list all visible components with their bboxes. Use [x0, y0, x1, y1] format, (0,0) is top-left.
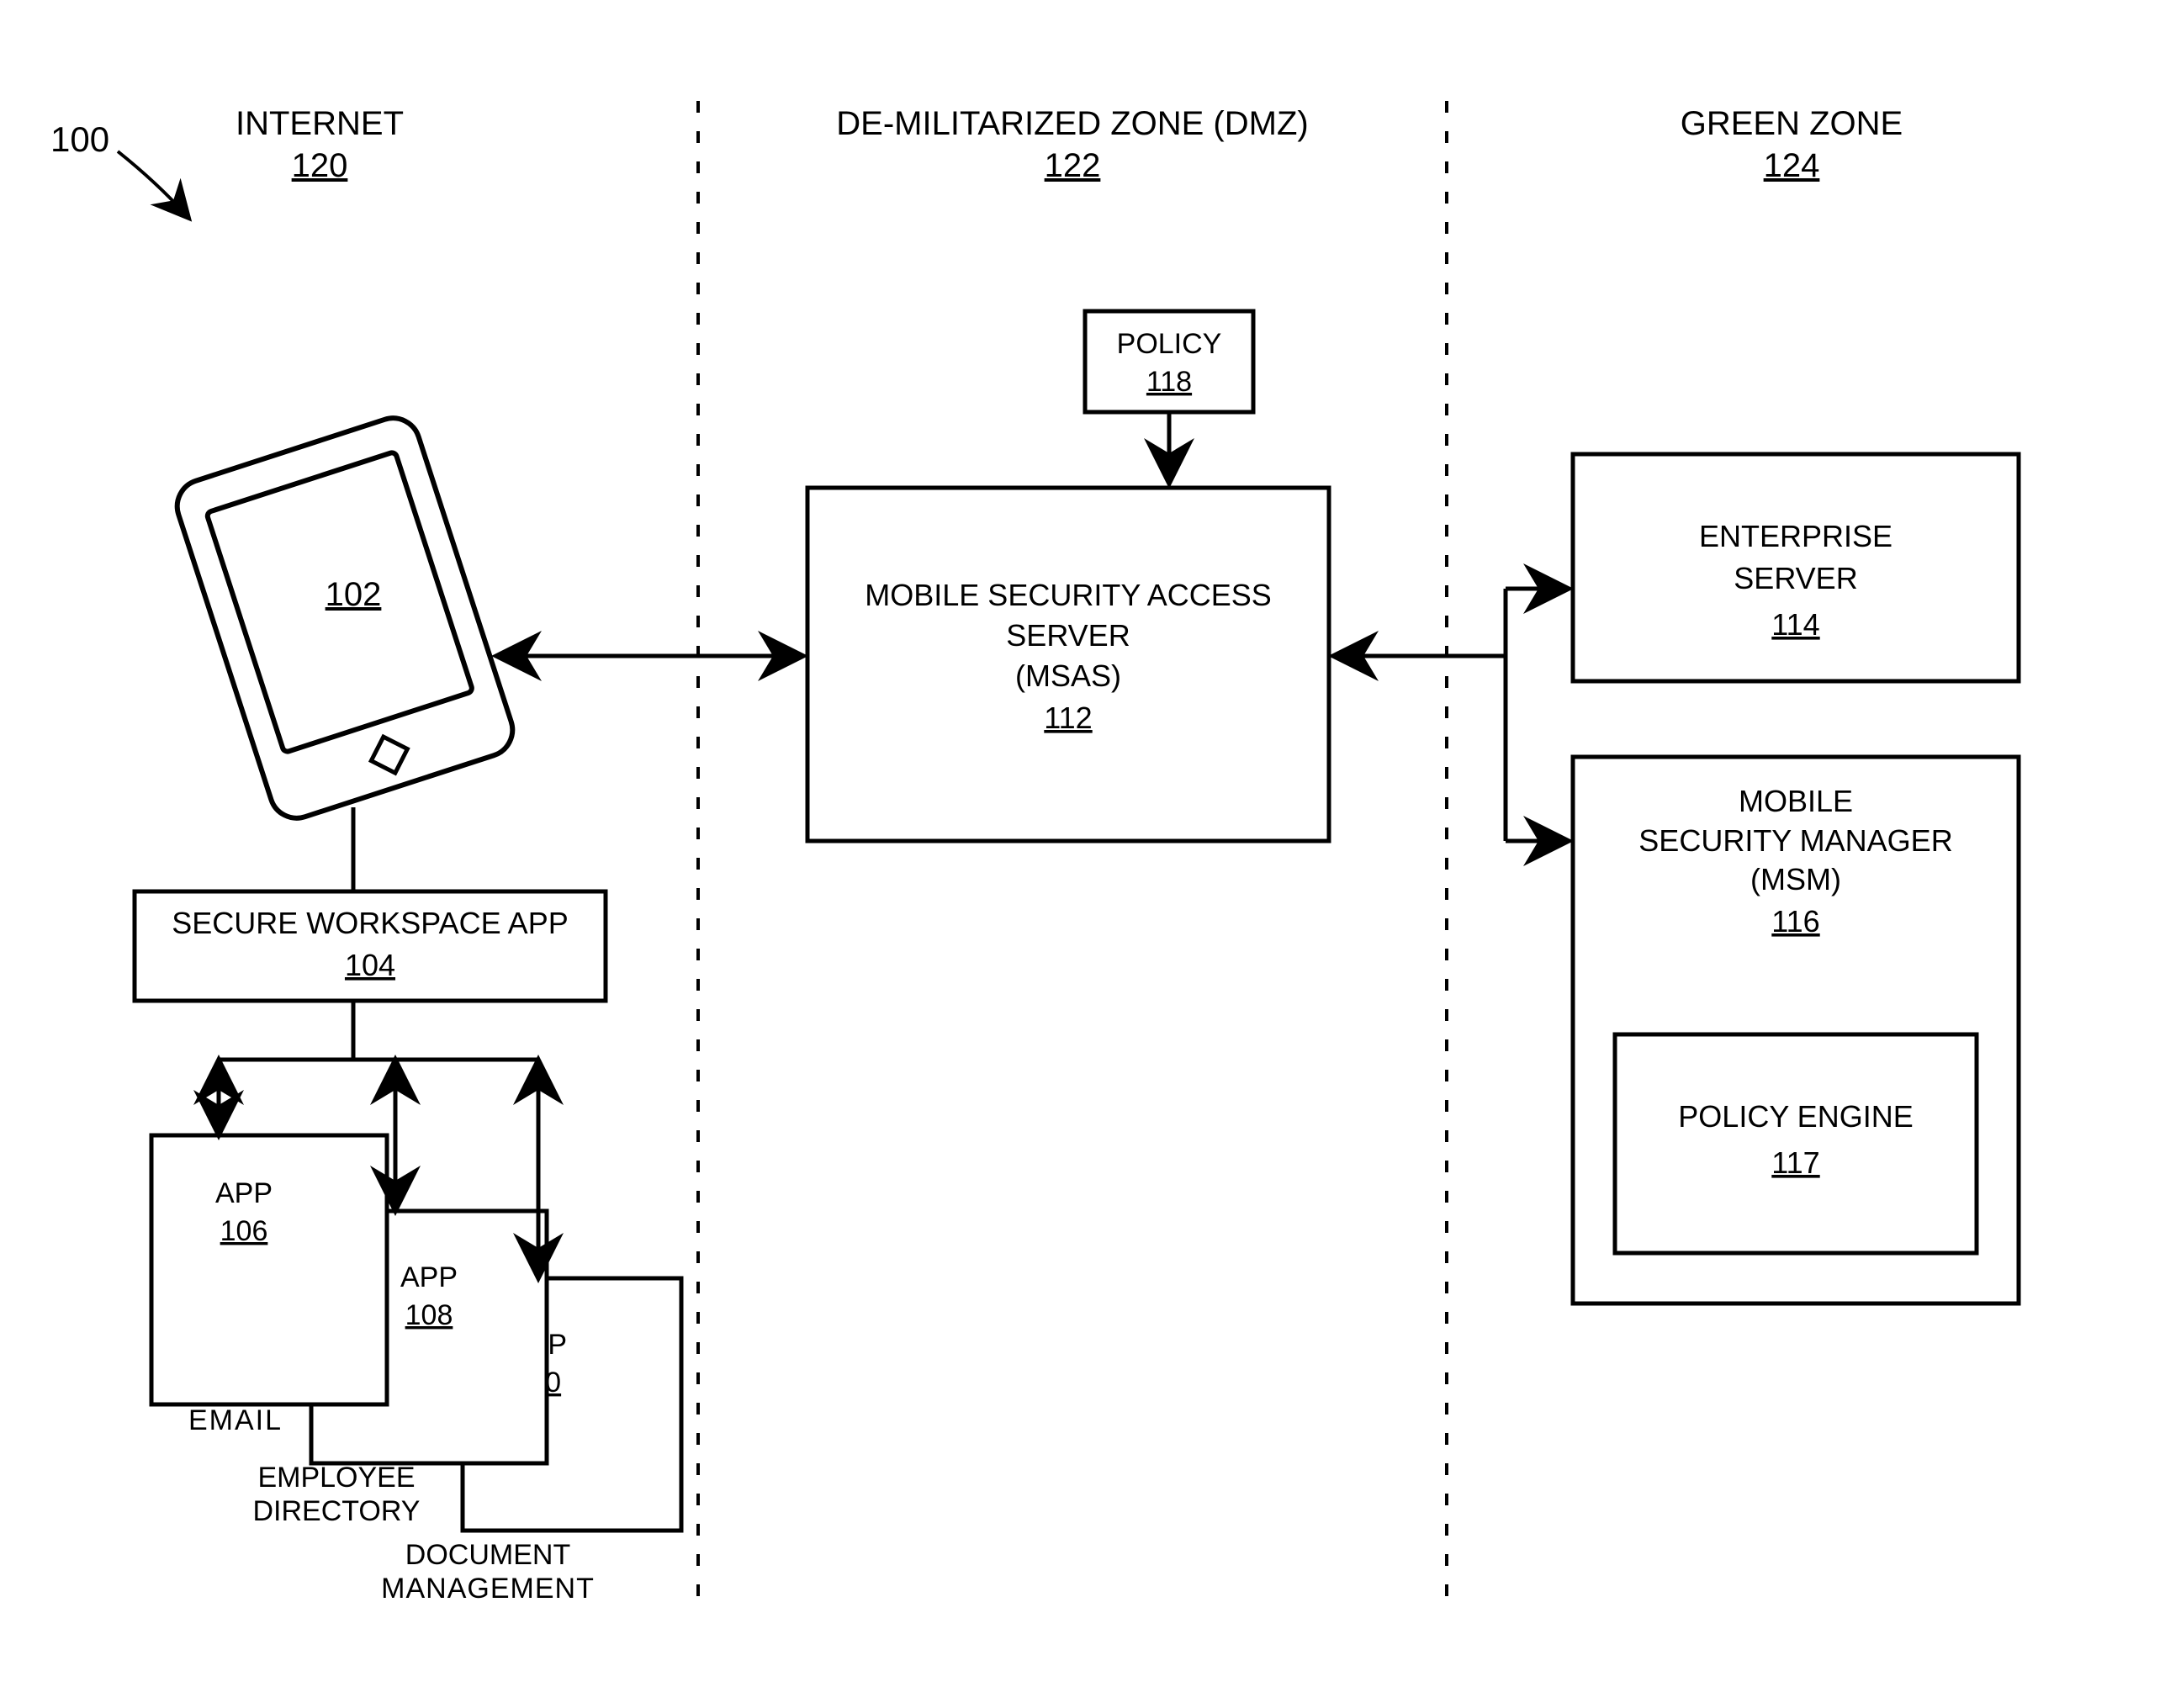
- figure-ref-label: 100: [50, 119, 109, 159]
- app3-label-2: MANAGEMENT: [381, 1573, 595, 1605]
- enterprise-ref: 114: [1771, 607, 1819, 642]
- secure-workspace-title: SECURE WORKSPACE APP: [172, 906, 568, 940]
- app2-label-1: EMPLOYEE: [257, 1462, 415, 1494]
- app2-label-2: DIRECTORY: [252, 1495, 420, 1527]
- app3-label-1: DOCUMENT: [405, 1539, 570, 1571]
- app1-title: APP: [215, 1177, 273, 1209]
- msas-line2: SERVER: [1006, 618, 1130, 653]
- msm-line1: MOBILE: [1739, 784, 1853, 818]
- app2-title: APP: [400, 1261, 458, 1293]
- device-ref: 102: [326, 576, 382, 613]
- secure-workspace-ref: 104: [345, 948, 395, 982]
- enterprise-line2: SERVER: [1734, 561, 1857, 595]
- architecture-diagram: 100 INTERNET 120 DE-MILITARIZED ZONE (DM…: [0, 0, 2181, 1708]
- zone-internet-ref: 120: [292, 147, 348, 184]
- msm-ref: 116: [1771, 904, 1819, 939]
- policy-engine-box: [1615, 1034, 1977, 1253]
- mobile-device: [170, 411, 519, 825]
- zone-green-ref: 124: [1764, 147, 1820, 184]
- policy-ref: 118: [1146, 366, 1192, 398]
- msm-line2: SECURITY MANAGER: [1638, 823, 1952, 858]
- msm-line3: (MSM): [1750, 862, 1841, 896]
- zone-green-title: GREEN ZONE: [1681, 105, 1903, 142]
- zone-dmz-ref: 122: [1045, 147, 1101, 184]
- policy-engine-title: POLICY ENGINE: [1678, 1099, 1913, 1134]
- msas-line1: MOBILE SECURITY ACCESS: [865, 578, 1271, 612]
- msas-line3: (MSAS): [1015, 658, 1121, 693]
- app1-ref: 106: [220, 1215, 268, 1247]
- app2-ref: 108: [405, 1299, 453, 1331]
- policy-title: POLICY: [1117, 328, 1222, 360]
- apps-cluster: APP 110 DOCUMENT MANAGEMENT APP 108 EMPL…: [151, 1135, 681, 1605]
- zone-dmz-title: DE-MILITARIZED ZONE (DMZ): [836, 105, 1308, 142]
- app1-label: EMAIL: [188, 1404, 283, 1436]
- zone-internet-title: INTERNET: [236, 105, 404, 142]
- policy-engine-ref: 117: [1771, 1145, 1819, 1180]
- app1-box: [151, 1135, 387, 1404]
- figure-ref-arrow: [118, 151, 189, 219]
- msas-ref: 112: [1044, 701, 1092, 735]
- enterprise-line1: ENTERPRISE: [1699, 519, 1892, 553]
